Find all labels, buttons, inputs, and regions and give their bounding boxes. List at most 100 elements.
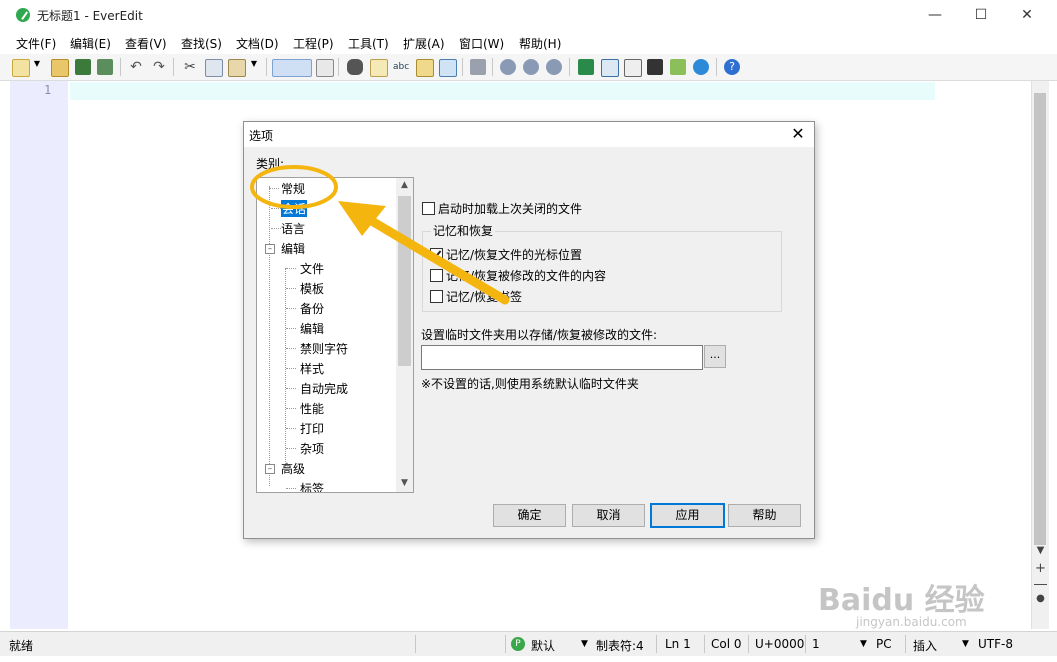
menu-project[interactable]: 工程(P): [293, 35, 334, 52]
minimize-button[interactable]: —: [912, 0, 958, 31]
status-tab-size[interactable]: 制表符:4: [596, 637, 644, 654]
current-line-highlight[interactable]: [70, 82, 935, 100]
tree-item-edit[interactable]: 编辑: [281, 240, 305, 257]
tree-item-advanced[interactable]: 高级: [281, 460, 305, 477]
editor-vertical-scrollbar[interactable]: ▼ + ― ●: [1031, 81, 1049, 629]
tree-item-performance[interactable]: 性能: [300, 400, 324, 417]
dropdown-arrow-icon[interactable]: ▼: [33, 59, 41, 75]
status-insert-mode[interactable]: 插入: [913, 637, 937, 654]
repeat-macro-icon[interactable]: [546, 59, 562, 75]
tree-item-misc[interactable]: 杂项: [300, 440, 324, 457]
find-icon[interactable]: [347, 59, 363, 75]
menu-help[interactable]: 帮助(H): [519, 35, 561, 52]
save-icon[interactable]: [75, 59, 91, 75]
dialog-title: 选项: [249, 129, 274, 143]
status-encoding[interactable]: UTF-8: [978, 637, 1013, 651]
ok-button[interactable]: 确定: [493, 504, 566, 527]
save-all-icon[interactable]: [97, 59, 113, 75]
find-in-files-icon[interactable]: [370, 59, 388, 77]
scrollbar-thumb[interactable]: [1034, 93, 1046, 545]
menu-edit[interactable]: 编辑(E): [70, 35, 111, 52]
load-last-closed-label: 启动时加载上次关闭的文件: [438, 202, 583, 216]
play-macro-icon[interactable]: [523, 59, 539, 75]
bookmark-icon[interactable]: [470, 59, 486, 75]
tree-item-language[interactable]: 语言: [281, 220, 305, 237]
apply-button[interactable]: 应用: [650, 503, 725, 528]
project-tree-icon[interactable]: [578, 59, 594, 75]
new-file-icon[interactable]: [12, 59, 30, 77]
redo-icon[interactable]: ↷: [151, 59, 167, 75]
eol-dropdown-icon[interactable]: ▼: [860, 639, 867, 649]
output-window-icon[interactable]: [647, 59, 663, 75]
maximize-button[interactable]: ☐: [958, 0, 1004, 31]
menu-view[interactable]: 查看(V): [125, 35, 167, 52]
browser-icon[interactable]: [693, 59, 709, 75]
scroll-up-icon[interactable]: ▲: [396, 180, 413, 190]
tab-dropdown-icon[interactable]: ▼: [581, 639, 588, 649]
cut-icon[interactable]: ✂: [182, 59, 198, 75]
tree-item-style[interactable]: 样式: [300, 360, 324, 377]
dialog-title-bar: [244, 122, 814, 147]
status-unicode: U+0000: [755, 637, 805, 651]
tree-item-forbidden-chars[interactable]: 禁则字符: [300, 340, 348, 357]
category-tree[interactable]: 常规 会话 语言 – 编辑 文件 模板 备份 编辑 禁则字符 样式 自动完成 性…: [256, 177, 414, 493]
tree-item-tabs[interactable]: 标签: [300, 480, 324, 492]
paste-dropdown-icon[interactable]: ▼: [250, 59, 258, 75]
undo-icon[interactable]: ↶: [128, 59, 144, 75]
scroll-down-icon[interactable]: ▼: [1032, 545, 1049, 556]
column-mode-icon[interactable]: [316, 59, 334, 77]
syntax-mode-icon: P: [511, 637, 525, 651]
scroll-down-icon[interactable]: ▼: [396, 478, 413, 488]
record-macro-icon[interactable]: [500, 59, 516, 75]
status-ready: 就绪: [9, 639, 34, 653]
line-number-gutter: 1: [10, 81, 68, 629]
find-folder-icon[interactable]: [416, 59, 434, 77]
menu-document[interactable]: 文档(D): [236, 35, 279, 52]
replace-in-files-icon[interactable]: [439, 59, 457, 77]
encoding-dropdown-icon[interactable]: ▼: [962, 639, 969, 649]
side-panel-icon[interactable]: [601, 59, 619, 77]
menu-bar: 文件(F) 编辑(E) 查看(V) 查找(S) 文档(D) 工程(P) 工具(T…: [0, 31, 1057, 53]
browse-button[interactable]: ...: [704, 345, 726, 368]
close-window-button[interactable]: ✕: [1004, 0, 1050, 31]
tree-item-session[interactable]: 会话: [281, 200, 308, 217]
menu-window[interactable]: 窗口(W): [459, 35, 504, 52]
watermark-url: jingyan.baidu.com: [856, 615, 967, 629]
help-icon[interactable]: ?: [724, 59, 740, 75]
remember-content-checkbox[interactable]: [430, 269, 443, 282]
split-view-icon[interactable]: [624, 59, 642, 77]
word-wrap-icon[interactable]: [272, 59, 312, 77]
replace-icon[interactable]: abc: [393, 59, 409, 75]
tree-item-template[interactable]: 模板: [300, 280, 324, 297]
remember-bookmarks-checkbox[interactable]: [430, 290, 443, 303]
zoom-in-icon[interactable]: +: [1032, 561, 1049, 576]
tree-scrollbar-thumb[interactable]: [398, 196, 411, 366]
temp-folder-input[interactable]: [421, 345, 703, 370]
open-folder-icon[interactable]: [51, 59, 69, 77]
paste-icon[interactable]: [228, 59, 246, 77]
menu-extensions[interactable]: 扩展(A): [403, 35, 445, 52]
dialog-close-button[interactable]: ✕: [784, 122, 812, 146]
tree-item-print[interactable]: 打印: [300, 420, 324, 437]
status-eol[interactable]: PC: [876, 637, 892, 651]
load-last-closed-checkbox[interactable]: [422, 202, 435, 215]
tree-scrollbar[interactable]: ▲ ▼: [396, 178, 413, 492]
remember-cursor-label: 记忆/恢复文件的光标位置: [446, 248, 583, 262]
menu-search[interactable]: 查找(S): [181, 35, 222, 52]
collapse-icon[interactable]: –: [265, 464, 275, 474]
status-syntax-mode[interactable]: 默认: [531, 637, 555, 654]
help-button[interactable]: 帮助: [728, 504, 801, 527]
remember-cursor-checkbox[interactable]: [430, 248, 443, 261]
tree-item-file[interactable]: 文件: [300, 260, 324, 277]
menu-file[interactable]: 文件(F): [16, 35, 56, 52]
menu-tools[interactable]: 工具(T): [348, 35, 389, 52]
tree-item-backup[interactable]: 备份: [300, 300, 324, 317]
tree-item-edit-sub[interactable]: 编辑: [300, 320, 324, 337]
status-value: 1: [812, 637, 820, 651]
cancel-button[interactable]: 取消: [572, 504, 645, 527]
collapse-icon[interactable]: –: [265, 244, 275, 254]
clip-library-icon[interactable]: [670, 59, 686, 75]
tree-item-general[interactable]: 常规: [281, 180, 305, 197]
tree-item-autocomplete[interactable]: 自动完成: [300, 380, 348, 397]
copy-icon[interactable]: [205, 59, 223, 77]
